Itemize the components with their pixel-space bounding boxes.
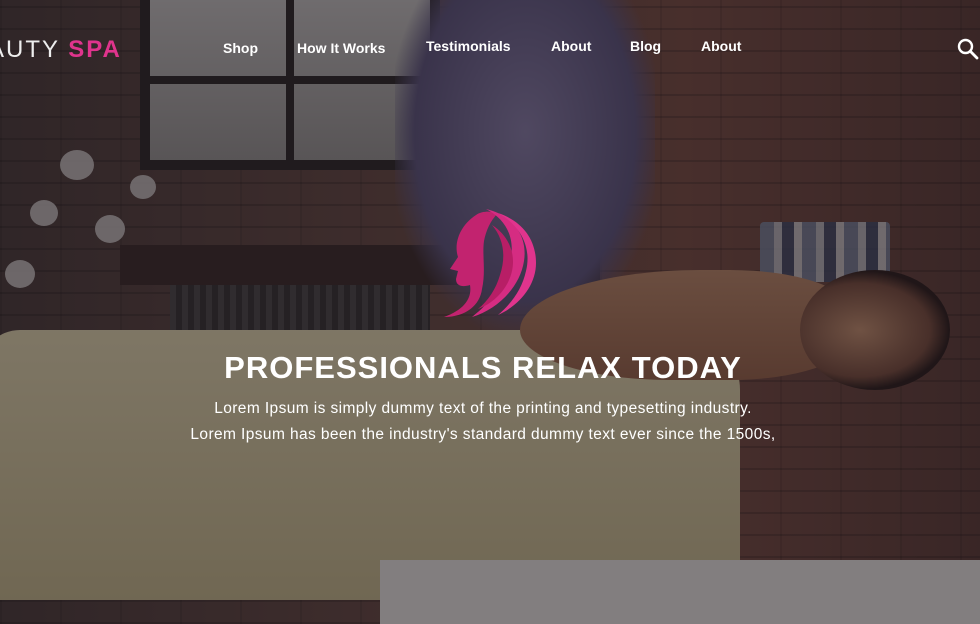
nav-item-how-it-works[interactable]: How It Works [297,40,385,56]
hero-subtitle-line-2: Lorem Ipsum has been the industry's stan… [190,426,776,443]
nav-item-shop[interactable]: Shop [223,40,258,56]
main-nav: Shop How It Works Testimonials About Blo… [0,38,980,58]
nav-item-blog[interactable]: Blog [630,38,661,54]
hero-title: PROFESSIONALS RELAX TODAY [224,350,742,385]
nav-item-testimonials[interactable]: Testimonials [426,38,511,54]
hero-subtitle-line-1: Lorem Ipsum is simply dummy text of the … [214,400,752,417]
nav-item-about-2[interactable]: About [701,38,741,54]
woman-profile-logo-icon [444,209,536,317]
search-icon[interactable] [957,38,979,60]
nav-item-about[interactable]: About [551,38,591,54]
